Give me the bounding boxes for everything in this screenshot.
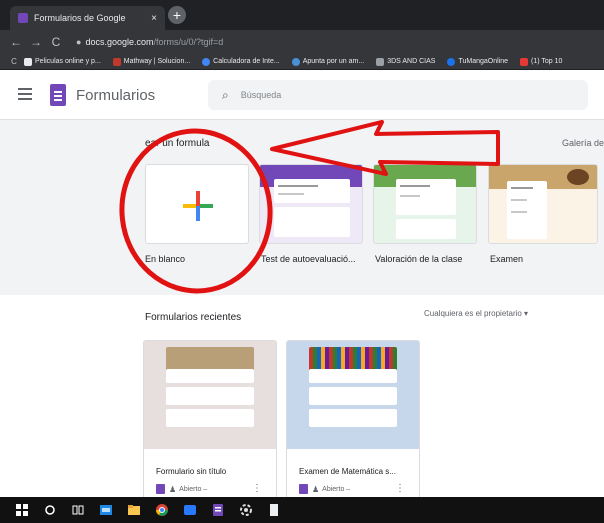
settings-gear-icon[interactable] (234, 497, 258, 523)
document-app-icon[interactable] (262, 497, 286, 523)
forward-icon[interactable]: → (28, 35, 44, 49)
bookmark-favicon-icon (291, 57, 300, 66)
template-preview-card (396, 219, 456, 239)
form-name: Formulario sin título (156, 467, 227, 476)
form-opened-text: Abierto – (322, 485, 351, 493)
url-host: docs.google.com (85, 37, 154, 47)
template-label: Test de autoevaluació... (261, 254, 356, 264)
template-gallery: ear un formula Galería de En blanco Test… (0, 120, 604, 295)
bookmark-item[interactable]: Calculadora de Inte... (202, 57, 280, 66)
forms-file-icon (299, 484, 308, 494)
bookmark-favicon-icon (520, 57, 528, 66)
recent-form-card[interactable]: Formulario sin título ♟ Abierto – ⋮ (143, 340, 277, 500)
template-label: En blanco (145, 254, 186, 264)
bookmark-favicon-icon (202, 57, 211, 66)
app-header: Formularios ⌕ Búsqueda (0, 70, 604, 120)
form-name: Examen de Matemática s... (299, 467, 396, 476)
bookmark-label: (1) Top 10 (531, 58, 563, 65)
bookmark-favicon-icon (112, 57, 121, 66)
bookmark-favicon-icon (24, 57, 32, 66)
form-opened-text: Abierto – (179, 485, 208, 493)
forms-taskbar-icon[interactable] (206, 497, 230, 523)
search-icon: ⌕ (222, 87, 229, 102)
task-view-icon[interactable] (66, 497, 90, 523)
more-vert-icon[interactable]: ⋮ (252, 483, 262, 494)
url-path: /forms/u/0/?tgif=d (153, 37, 224, 47)
apps-icon[interactable]: C (6, 57, 22, 66)
template-blank[interactable] (145, 164, 249, 244)
bookmark-label: TuMangaOnline (458, 58, 508, 65)
form-thumbnail (144, 341, 276, 449)
owner-filter-dropdown[interactable]: Cualquiera es el propietario ▾ (424, 309, 528, 318)
more-vert-icon[interactable]: ⋮ (395, 483, 405, 494)
template-preview-card (274, 207, 350, 237)
template-preview-card (274, 179, 350, 203)
form-thumbnail (287, 341, 419, 449)
people-icon: ♟ (169, 484, 177, 494)
hamburger-icon[interactable] (18, 88, 32, 100)
app-icon[interactable] (178, 497, 202, 523)
bookmark-item[interactable]: 3DS AND CIAS (376, 57, 436, 66)
template-exam[interactable] (488, 164, 598, 244)
file-explorer-icon[interactable] (122, 497, 146, 523)
bookmark-label: 3DS AND CIAS (387, 58, 436, 65)
recent-form-card[interactable]: Examen de Matemática s... ♟ Abierto – ⋮ (286, 340, 420, 500)
search-input[interactable]: ⌕ Búsqueda (208, 80, 588, 110)
bookmark-label: Calculadora de Inte... (213, 58, 280, 65)
forms-file-icon (156, 484, 165, 494)
url-field[interactable]: ● docs.google.com /forms/u/0/?tgif=d (76, 33, 223, 51)
bookmark-item[interactable]: (1) Top 10 (520, 57, 563, 66)
template-self-assessment[interactable] (259, 164, 363, 244)
reload-icon[interactable]: C (48, 35, 64, 49)
bookmark-item[interactable]: TuMangaOnline (447, 57, 508, 66)
chrome-icon[interactable] (150, 497, 174, 523)
template-class-feedback[interactable] (373, 164, 477, 244)
bookmark-item[interactable]: Peliculas online y p... (24, 57, 101, 66)
bookmark-item[interactable]: Mathway | Solucion... (112, 57, 191, 66)
windows-taskbar (0, 497, 604, 523)
tab-title: Formularios de Google (34, 13, 126, 23)
template-label: Examen (490, 254, 524, 264)
search-placeholder: Búsqueda (240, 90, 282, 100)
back-icon[interactable]: ← (8, 35, 24, 49)
screenshot-root: Formularios de Google × + ← → C ● docs.g… (0, 0, 604, 523)
bookmark-favicon-icon (447, 57, 456, 66)
people-icon: ♟ (312, 484, 320, 494)
bookmark-favicon-icon (376, 57, 385, 66)
recent-forms-heading: Formularios recientes (145, 312, 242, 323)
new-tab-button[interactable]: + (168, 6, 186, 24)
gallery-link[interactable]: Galería de (562, 138, 604, 148)
forms-logo-icon (50, 84, 66, 106)
search-taskbar-icon[interactable] (38, 497, 62, 523)
gallery-heading: ear un formula (145, 138, 210, 149)
forms-favicon-icon (18, 13, 28, 23)
coffee-cup-icon (567, 169, 589, 185)
form-meta: ♟ Abierto – (156, 484, 207, 494)
browser-tab[interactable]: Formularios de Google × (10, 6, 165, 30)
template-preview-card (507, 181, 547, 239)
address-bar: ← → C ● docs.google.com /forms/u/0/?tgif… (0, 30, 604, 54)
form-meta: ♟ Abierto – (299, 484, 350, 494)
bookmarks-bar: C Peliculas online y p... Mathway | Solu… (0, 54, 604, 70)
lock-icon: ● (76, 37, 82, 47)
bookmark-label: Mathway | Solucion... (123, 58, 191, 65)
bookmark-label: Apunta por un am... (302, 58, 365, 65)
tab-close-icon[interactable]: × (151, 13, 157, 24)
bookmark-label: Peliculas online y p... (35, 58, 101, 65)
bookmark-item[interactable]: Apunta por un am... (291, 57, 365, 66)
plus-icon (183, 191, 213, 221)
template-label: Valoración de la clase (375, 254, 463, 264)
windows-start-icon[interactable] (10, 497, 34, 523)
mail-app-icon[interactable] (94, 497, 118, 523)
browser-tab-strip: Formularios de Google × + (0, 0, 604, 30)
app-title: Formularios (76, 87, 156, 104)
